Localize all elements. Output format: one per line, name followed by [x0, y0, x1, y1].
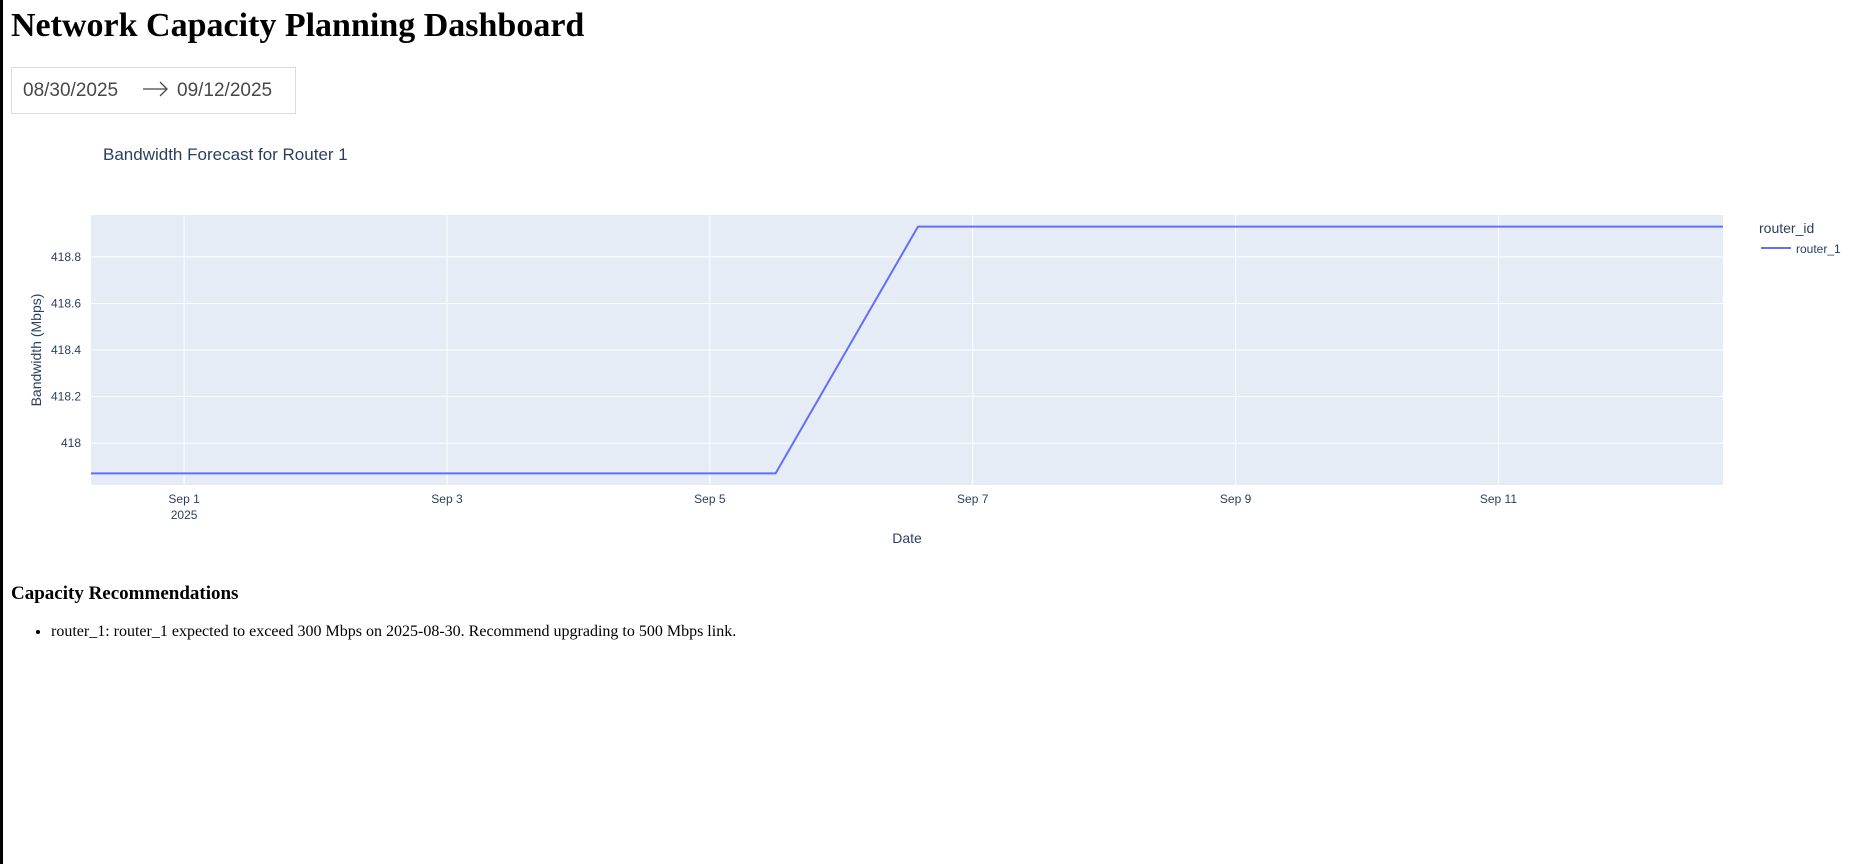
y-tick-label: 418: [61, 436, 81, 450]
x-tick-label: Sep 9: [1220, 492, 1252, 506]
x-tick-label: Sep 3: [431, 492, 463, 506]
end-date-input[interactable]: [177, 78, 295, 104]
y-axis-title: Bandwidth (Mbps): [28, 294, 44, 407]
recommendations-heading: Capacity Recommendations: [11, 583, 239, 604]
recommendation-item: router_1: router_1 expected to exceed 30…: [51, 621, 736, 643]
x-tick-label: Sep 5: [694, 492, 726, 506]
y-tick-label: 418.8: [51, 250, 81, 264]
arrow-right-icon: [143, 81, 168, 97]
date-range-picker[interactable]: [11, 67, 296, 114]
x-tick-sublabel: 2025: [171, 508, 198, 522]
y-tick-label: 418.4: [51, 343, 81, 357]
x-axis-title: Date: [892, 530, 922, 546]
x-tick-label: Sep 1: [168, 492, 200, 506]
legend-item-router-1[interactable]: router_1: [1761, 242, 1841, 256]
chart-svg: Bandwidth Forecast for Router 1 Sep 1 202…: [28, 145, 1841, 546]
y-tick-label: 418.6: [51, 296, 81, 310]
x-tick-label: Sep 7: [957, 492, 989, 506]
bandwidth-forecast-chart: Bandwidth Forecast for Router 1 Sep 1 202…: [3, 130, 1850, 560]
legend-title: router_id: [1759, 220, 1814, 236]
legend-item-label: router_1: [1796, 242, 1841, 256]
recommendations-list: router_1: router_1 expected to exceed 30…: [11, 621, 736, 643]
y-axis-ticks: 418 418.2 418.4 418.6 418.8: [51, 250, 81, 450]
y-tick-label: 418.2: [51, 390, 81, 404]
page-title: Network Capacity Planning Dashboard: [11, 7, 585, 44]
x-axis-ticks: Sep 1 2025 Sep 3 Sep 5 Sep 7 Sep 9 Sep 11: [168, 492, 1517, 522]
x-tick-label: Sep 11: [1480, 492, 1517, 506]
chart-title: Bandwidth Forecast for Router 1: [103, 145, 348, 164]
start-date-input[interactable]: [23, 78, 141, 104]
